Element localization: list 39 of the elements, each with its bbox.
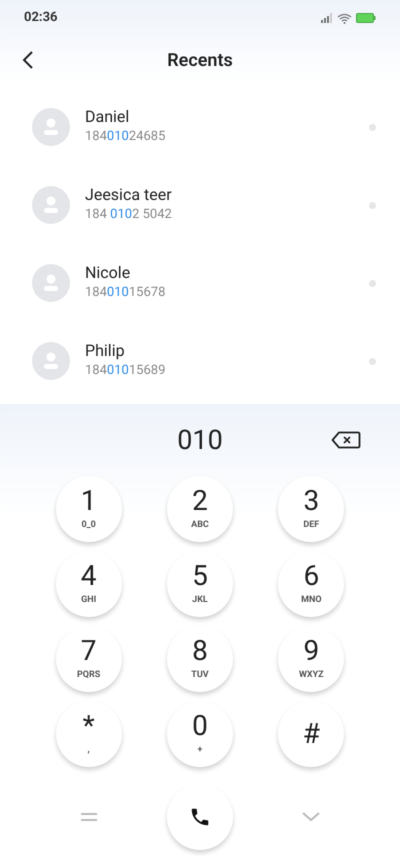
contact-number: 18401015689 [85,362,166,380]
dial-key[interactable]: 8 TUV [166,626,233,692]
contact-name: Philip [85,341,126,361]
dial-key[interactable]: 4 GHI [56,551,122,617]
chevron-down-icon [302,812,320,822]
status-time: 02:36 [24,9,58,28]
signal-icon [321,13,333,23]
avatar-icon [32,108,70,146]
wifi-icon [337,12,352,24]
contact-name: Daniel [85,107,130,127]
dial-key[interactable]: 1 0_0 [56,476,122,542]
contact-row[interactable]: Nicole 18401015678 [0,244,400,322]
avatar-icon [32,264,70,302]
dialed-number: 010 [177,422,223,458]
dial-key[interactable]: 5 JKL [166,551,233,617]
dial-key[interactable]: 7 PQRS [56,626,122,692]
contact-name: Nicole [85,263,132,283]
page-title: Recents [167,48,233,72]
contact-row[interactable]: Daniel 18401024685 [0,88,400,166]
contact-name: Jeesica teer [85,185,172,205]
avatar-icon [32,342,70,380]
dial-key[interactable]: 9 WXYZ [278,626,344,692]
contact-number: 18401015678 [85,284,166,302]
dial-key[interactable]: 6 MNO [278,551,344,617]
battery-icon [356,13,376,23]
dial-key[interactable]: 0 + [166,701,233,767]
backspace-icon [331,431,361,449]
contact-number: 18401024685 [85,128,166,146]
contact-row[interactable]: Jeesica teer 184 0102 5042 [0,166,400,244]
avatar-icon [32,186,70,224]
dial-key[interactable]: 3 DEF [278,476,344,542]
backspace-button[interactable] [330,430,362,450]
dial-key[interactable]: # [278,701,344,767]
dial-key[interactable]: * , [56,701,122,767]
call-button[interactable] [166,784,233,850]
menu-icon [80,812,97,822]
contact-row[interactable]: Philip 18401015689 [0,322,400,400]
contact-number: 184 0102 5042 [85,206,172,224]
dial-key[interactable]: 2 ABC [166,476,233,542]
